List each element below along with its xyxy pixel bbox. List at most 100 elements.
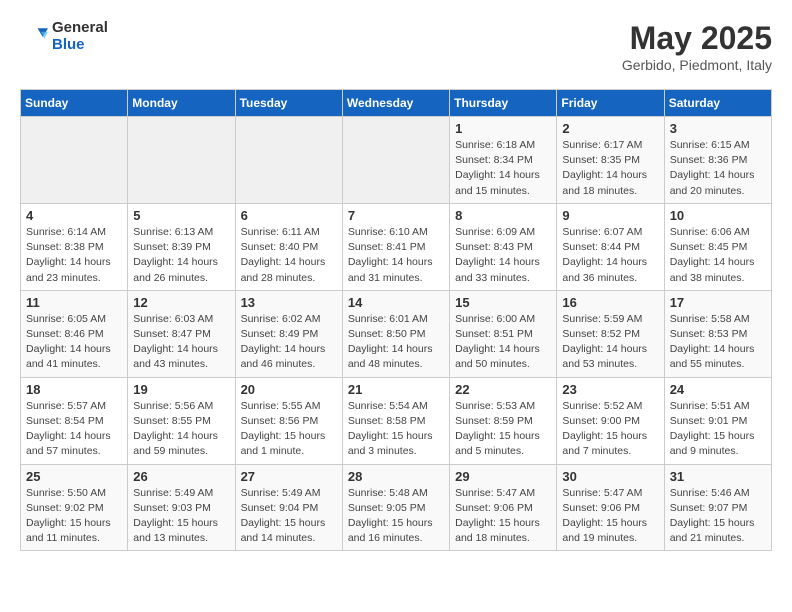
calendar-cell: 7 Sunrise: 6:10 AM Sunset: 8:41 PM Daylig… [342, 203, 449, 290]
day-info: Sunrise: 5:59 AM Sunset: 8:52 PM Dayligh… [562, 312, 658, 373]
day-info: Sunrise: 5:49 AM Sunset: 9:04 PM Dayligh… [241, 486, 337, 547]
calendar-cell: 31 Sunrise: 5:46 AM Sunset: 9:07 PM Dayli… [664, 464, 771, 551]
header-day: Saturday [664, 90, 771, 117]
day-info: Sunrise: 6:07 AM Sunset: 8:44 PM Dayligh… [562, 225, 658, 286]
day-number: 28 [348, 469, 444, 484]
calendar-subtitle: Gerbido, Piedmont, Italy [622, 57, 772, 73]
calendar-cell: 28Sunrise: 5:48 AM Sunset: 9:05 PM Dayli… [342, 464, 449, 551]
day-number: 8 [455, 208, 551, 223]
day-number: 3 [670, 121, 766, 136]
logo-text: General Blue [52, 20, 108, 53]
calendar-cell: 9 Sunrise: 6:07 AM Sunset: 8:44 PM Daylig… [557, 203, 664, 290]
calendar-cell: 20 Sunrise: 5:55 AM Sunset: 8:56 PM Dayli… [235, 377, 342, 464]
day-number: 7 [348, 208, 444, 223]
day-number: 13 [241, 295, 337, 310]
day-info: Sunrise: 5:51 AM Sunset: 9:01 PM Dayligh… [670, 399, 766, 460]
day-info: Sunrise: 5:52 AM Sunset: 9:00 PM Dayligh… [562, 399, 658, 460]
calendar-cell: 17 Sunrise: 5:58 AM Sunset: 8:53 PM Dayli… [664, 290, 771, 377]
day-info: Sunrise: 5:47 AM Sunset: 9:06 PM Dayligh… [562, 486, 658, 547]
header-day: Wednesday [342, 90, 449, 117]
page-header: General Blue May 2025 Gerbido, Piedmont,… [20, 20, 772, 73]
calendar-cell: 8 Sunrise: 6:09 AM Sunset: 8:43 PM Daylig… [450, 203, 557, 290]
calendar-title: May 2025 [622, 20, 772, 57]
day-info: Sunrise: 6:05 AM Sunset: 8:46 PM Dayligh… [26, 312, 122, 373]
header-row: SundayMondayTuesdayWednesdayThursdayFrid… [21, 90, 772, 117]
calendar-cell: 21Sunrise: 5:54 AM Sunset: 8:58 PM Dayli… [342, 377, 449, 464]
calendar-cell: 29 Sunrise: 5:47 AM Sunset: 9:06 PM Dayli… [450, 464, 557, 551]
calendar-cell: 1 Sunrise: 6:18 AM Sunset: 8:34 PM Daylig… [450, 117, 557, 204]
header-day: Thursday [450, 90, 557, 117]
day-number: 11 [26, 295, 122, 310]
day-info: Sunrise: 6:06 AM Sunset: 8:45 PM Dayligh… [670, 225, 766, 286]
day-info: Sunrise: 6:11 AM Sunset: 8:40 PM Dayligh… [241, 225, 337, 286]
day-number: 1 [455, 121, 551, 136]
day-number: 26 [133, 469, 229, 484]
day-info: Sunrise: 6:14 AM Sunset: 8:38 PM Dayligh… [26, 225, 122, 286]
day-info: Sunrise: 6:15 AM Sunset: 8:36 PM Dayligh… [670, 138, 766, 199]
day-info: Sunrise: 5:47 AM Sunset: 9:06 PM Dayligh… [455, 486, 551, 547]
day-info: Sunrise: 5:56 AM Sunset: 8:55 PM Dayligh… [133, 399, 229, 460]
header-day: Friday [557, 90, 664, 117]
header-day: Tuesday [235, 90, 342, 117]
day-number: 23 [562, 382, 658, 397]
day-number: 16 [562, 295, 658, 310]
day-info: Sunrise: 6:18 AM Sunset: 8:34 PM Dayligh… [455, 138, 551, 199]
logo: General Blue [20, 20, 108, 53]
day-number: 31 [670, 469, 766, 484]
day-number: 19 [133, 382, 229, 397]
day-info: Sunrise: 6:01 AM Sunset: 8:50 PM Dayligh… [348, 312, 444, 373]
calendar-cell: 12Sunrise: 6:03 AM Sunset: 8:47 PM Dayli… [128, 290, 235, 377]
day-number: 2 [562, 121, 658, 136]
header-day: Sunday [21, 90, 128, 117]
title-block: May 2025 Gerbido, Piedmont, Italy [622, 20, 772, 73]
calendar-cell: 14 Sunrise: 6:01 AM Sunset: 8:50 PM Dayli… [342, 290, 449, 377]
logo-general: General [52, 20, 108, 37]
day-info: Sunrise: 5:55 AM Sunset: 8:56 PM Dayligh… [241, 399, 337, 460]
logo-blue: Blue [52, 37, 108, 54]
calendar-week: 11 Sunrise: 6:05 AM Sunset: 8:46 PM Dayli… [21, 290, 772, 377]
calendar-cell: 15Sunrise: 6:00 AM Sunset: 8:51 PM Dayli… [450, 290, 557, 377]
calendar-cell: 13 Sunrise: 6:02 AM Sunset: 8:49 PM Dayli… [235, 290, 342, 377]
calendar-cell: 11 Sunrise: 6:05 AM Sunset: 8:46 PM Dayli… [21, 290, 128, 377]
day-info: Sunrise: 6:13 AM Sunset: 8:39 PM Dayligh… [133, 225, 229, 286]
day-number: 5 [133, 208, 229, 223]
day-info: Sunrise: 5:53 AM Sunset: 8:59 PM Dayligh… [455, 399, 551, 460]
day-info: Sunrise: 5:57 AM Sunset: 8:54 PM Dayligh… [26, 399, 122, 460]
day-number: 14 [348, 295, 444, 310]
day-number: 4 [26, 208, 122, 223]
logo-icon [20, 23, 48, 51]
day-info: Sunrise: 5:50 AM Sunset: 9:02 PM Dayligh… [26, 486, 122, 547]
day-info: Sunrise: 6:10 AM Sunset: 8:41 PM Dayligh… [348, 225, 444, 286]
day-number: 6 [241, 208, 337, 223]
calendar-week: 25 Sunrise: 5:50 AM Sunset: 9:02 PM Dayli… [21, 464, 772, 551]
calendar-cell: 23 Sunrise: 5:52 AM Sunset: 9:00 PM Dayli… [557, 377, 664, 464]
calendar-week: 1 Sunrise: 6:18 AM Sunset: 8:34 PM Daylig… [21, 117, 772, 204]
day-number: 24 [670, 382, 766, 397]
day-number: 17 [670, 295, 766, 310]
calendar-body: 1 Sunrise: 6:18 AM Sunset: 8:34 PM Daylig… [21, 117, 772, 551]
day-number: 20 [241, 382, 337, 397]
day-info: Sunrise: 5:58 AM Sunset: 8:53 PM Dayligh… [670, 312, 766, 373]
calendar-cell [21, 117, 128, 204]
calendar-cell: 5 Sunrise: 6:13 AM Sunset: 8:39 PM Daylig… [128, 203, 235, 290]
calendar-cell: 2Sunrise: 6:17 AM Sunset: 8:35 PM Daylig… [557, 117, 664, 204]
day-number: 12 [133, 295, 229, 310]
day-number: 29 [455, 469, 551, 484]
calendar-header: SundayMondayTuesdayWednesdayThursdayFrid… [21, 90, 772, 117]
calendar-cell: 27 Sunrise: 5:49 AM Sunset: 9:04 PM Dayli… [235, 464, 342, 551]
header-day: Monday [128, 90, 235, 117]
calendar-week: 4 Sunrise: 6:14 AM Sunset: 8:38 PM Daylig… [21, 203, 772, 290]
calendar-cell: 16 Sunrise: 5:59 AM Sunset: 8:52 PM Dayli… [557, 290, 664, 377]
day-number: 25 [26, 469, 122, 484]
day-number: 9 [562, 208, 658, 223]
day-info: Sunrise: 5:54 AM Sunset: 8:58 PM Dayligh… [348, 399, 444, 460]
day-number: 18 [26, 382, 122, 397]
calendar-cell: 24 Sunrise: 5:51 AM Sunset: 9:01 PM Dayli… [664, 377, 771, 464]
day-info: Sunrise: 5:46 AM Sunset: 9:07 PM Dayligh… [670, 486, 766, 547]
calendar-cell: 6 Sunrise: 6:11 AM Sunset: 8:40 PM Daylig… [235, 203, 342, 290]
calendar-cell: 18 Sunrise: 5:57 AM Sunset: 8:54 PM Dayli… [21, 377, 128, 464]
day-number: 27 [241, 469, 337, 484]
day-info: Sunrise: 6:02 AM Sunset: 8:49 PM Dayligh… [241, 312, 337, 373]
calendar-cell: 30Sunrise: 5:47 AM Sunset: 9:06 PM Dayli… [557, 464, 664, 551]
day-info: Sunrise: 6:09 AM Sunset: 8:43 PM Dayligh… [455, 225, 551, 286]
